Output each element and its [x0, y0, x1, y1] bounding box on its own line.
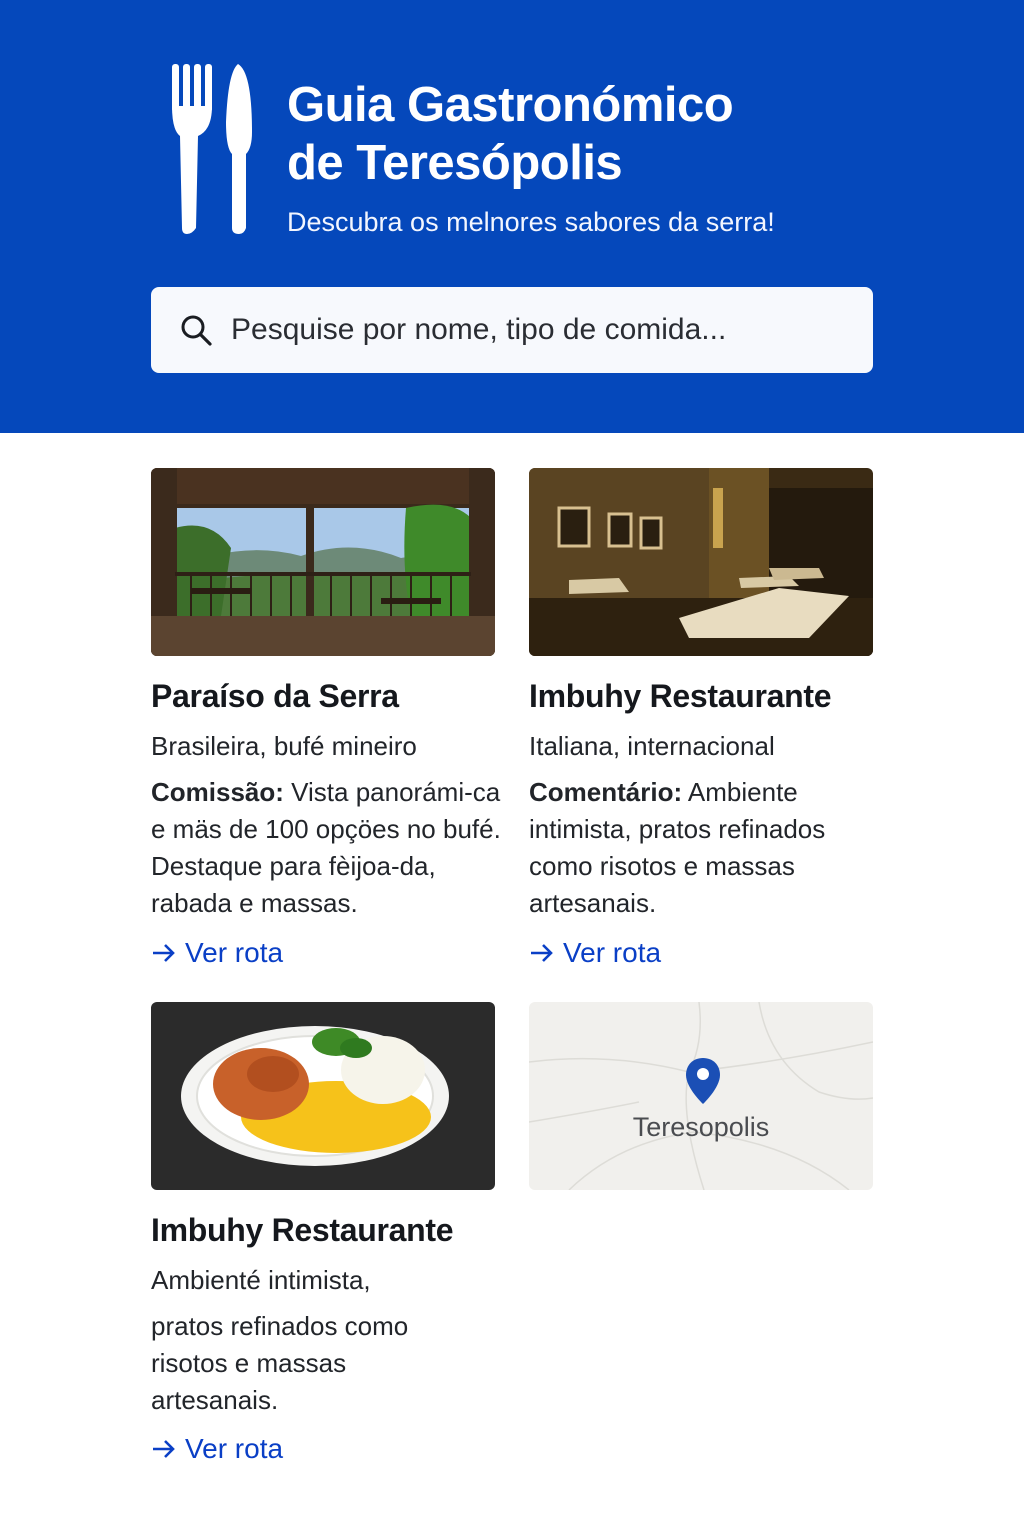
- fork-knife-icon: [172, 64, 252, 234]
- route-link[interactable]: Ver rota: [151, 1432, 283, 1466]
- map-pin-icon[interactable]: [684, 1056, 722, 1106]
- title-line-2: de Teresópolis: [287, 136, 623, 190]
- search-bar[interactable]: [151, 287, 873, 373]
- search-icon: [181, 315, 212, 346]
- comment-label: Comissão:: [151, 777, 284, 807]
- route-link[interactable]: Ver rota: [529, 936, 661, 970]
- restaurant-comment: pratos refinados como risotos e massas a…: [151, 1311, 409, 1415]
- arrow-right-icon: [531, 944, 553, 962]
- search-input[interactable]: [231, 313, 831, 347]
- restaurant-name[interactable]: Imbuhy Restaurante: [151, 1210, 454, 1250]
- header: Guia Gastronómico de Teresópolis Descubr…: [0, 0, 1024, 433]
- restaurant-name[interactable]: Imbuhy Restaurante: [529, 676, 832, 716]
- restaurant-comment: Comissão: Vista panorámi-ca e mäs de 100…: [151, 774, 501, 922]
- restaurant-photo-dish[interactable]: [151, 1002, 495, 1190]
- restaurant-cuisine: Italiana, internacional: [529, 731, 775, 761]
- comment-label: Comentário:: [529, 777, 683, 807]
- route-link[interactable]: Ver rota: [151, 936, 283, 970]
- route-label: Ver rota: [185, 1433, 284, 1464]
- restaurant-photo-interior[interactable]: [529, 468, 873, 656]
- restaurant-name[interactable]: Paraíso da Serra: [151, 676, 399, 716]
- restaurant-cuisine: Brasileira, bufé mineiro: [151, 731, 417, 761]
- title-line-1: Guia Gastronómico: [287, 78, 734, 132]
- arrow-right-icon: [153, 1440, 175, 1458]
- arrow-right-icon: [153, 944, 175, 962]
- restaurant-cuisine: Ambienté intimista,: [151, 1265, 371, 1295]
- map-location-label: Teresopolis: [632, 1112, 770, 1142]
- restaurant-photo-terrace[interactable]: [151, 468, 495, 656]
- location-map[interactable]: Teresopolis: [529, 1002, 873, 1190]
- route-label: Ver rota: [185, 937, 284, 968]
- page-subtitle: Descubra os melnores sabores da serra!: [287, 207, 775, 237]
- restaurant-comment: Comentário: Ambiente intimista, pratos r…: [529, 774, 879, 922]
- page-title: Guia Gastronómico de Teresópolis: [287, 76, 927, 192]
- route-label: Ver rota: [563, 937, 662, 968]
